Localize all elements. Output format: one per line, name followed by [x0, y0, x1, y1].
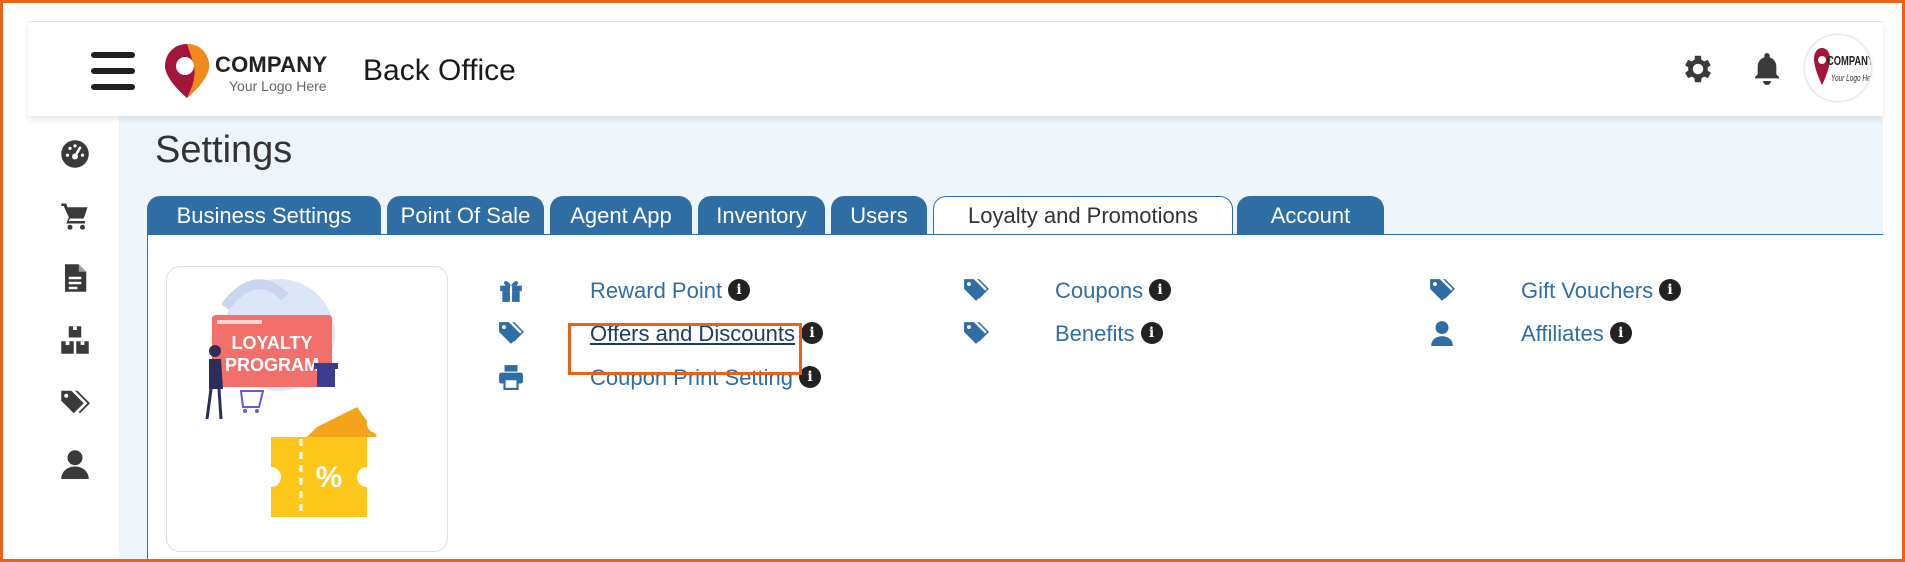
main-content: Settings Business Settings Point Of Sale…	[119, 116, 1884, 559]
tab-users[interactable]: Users	[831, 196, 927, 234]
illus-text-line1: LOYALTY	[231, 333, 312, 353]
logo-pin-icon	[165, 44, 209, 98]
tag-icon	[964, 322, 989, 344]
company-logo[interactable]: COMPANY Your Logo Here	[163, 42, 363, 102]
tab-loyalty-and-promotions[interactable]: Loyalty and Promotions	[933, 196, 1233, 235]
loyalty-program-image: LOYALTY PROGRAM %	[205, 279, 377, 517]
tab-point-of-sale[interactable]: Point Of Sale	[387, 196, 544, 234]
loyalty-panel: LOYALTY PROGRAM % Reward Point i Offers …	[147, 235, 1884, 559]
reward-point-link[interactable]: Reward Point i	[590, 277, 751, 305]
avatar-company-text: COMPANY	[1827, 53, 1871, 68]
tab-agent-app[interactable]: Agent App	[550, 196, 692, 234]
user-icon	[1431, 321, 1453, 346]
document-icon[interactable]	[60, 262, 90, 294]
tags-icon[interactable]	[60, 386, 90, 418]
logo-tagline: Your Logo Here	[229, 78, 327, 94]
user-icon[interactable]	[60, 448, 90, 480]
bell-icon[interactable]	[1751, 51, 1783, 87]
illus-text-line2: PROGRAM	[225, 355, 319, 375]
gift-vouchers-link[interactable]: Gift Vouchers i	[1521, 277, 1682, 305]
tab-business-settings[interactable]: Business Settings	[147, 196, 381, 234]
info-icon[interactable]: i	[728, 279, 751, 302]
tag-icon	[964, 279, 989, 301]
sidebar	[28, 116, 119, 559]
cart-icon[interactable]	[60, 200, 90, 232]
info-icon[interactable]: i	[1140, 322, 1163, 345]
avatar-tagline: Your Logo Here	[1831, 73, 1871, 83]
info-icon[interactable]: i	[1149, 279, 1172, 302]
app-window: COMPANY Your Logo Here Back Office COMPA…	[0, 0, 1905, 562]
loyalty-illustration: LOYALTY PROGRAM %	[166, 266, 448, 552]
printer-icon	[499, 365, 523, 390]
affiliates-link[interactable]: Affiliates i	[1521, 320, 1632, 348]
info-icon[interactable]: i	[1659, 279, 1682, 302]
boxes-icon[interactable]	[60, 324, 90, 356]
info-icon[interactable]: i	[801, 322, 824, 345]
tag-icon	[1430, 279, 1455, 301]
tab-account[interactable]: Account	[1237, 196, 1384, 234]
benefits-link[interactable]: Benefits i	[1055, 320, 1163, 348]
app-title: Back Office	[363, 54, 516, 87]
coupons-link[interactable]: Coupons i	[1055, 277, 1172, 305]
gear-icon[interactable]	[1680, 51, 1716, 87]
page-title: Settings	[155, 129, 293, 171]
logo-company-text: COMPANY	[215, 52, 328, 77]
info-icon[interactable]: i	[799, 366, 822, 389]
top-header: COMPANY Your Logo Here Back Office COMPA…	[28, 22, 1883, 116]
dashboard-icon[interactable]	[60, 138, 90, 170]
gift-icon	[500, 281, 522, 302]
tab-inventory[interactable]: Inventory	[698, 196, 825, 234]
focus-highlight-box	[568, 323, 802, 375]
tag-icon	[499, 322, 524, 344]
info-icon[interactable]: i	[1609, 322, 1632, 345]
svg-text:%: %	[316, 461, 343, 494]
user-avatar[interactable]: COMPANY Your Logo Here	[1805, 35, 1871, 101]
hamburger-menu-button[interactable]	[91, 52, 135, 90]
